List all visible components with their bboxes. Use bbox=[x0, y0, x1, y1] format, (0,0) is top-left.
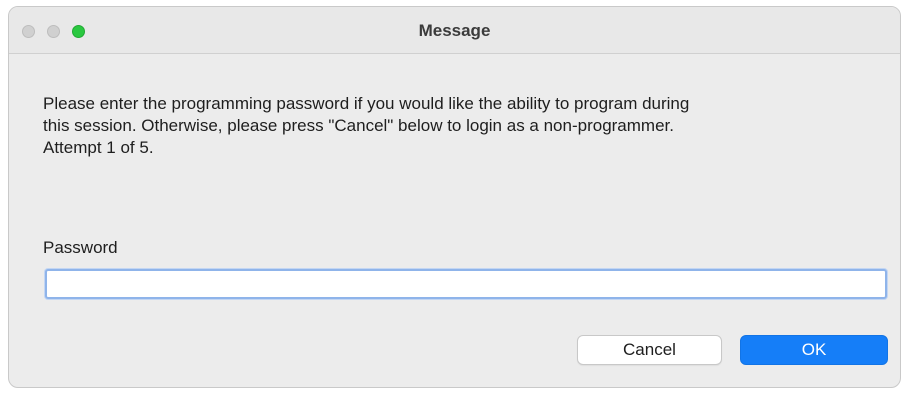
message-line: Please enter the programming password if… bbox=[43, 94, 690, 113]
message-text: Please enter the programming password if… bbox=[43, 93, 893, 159]
message-dialog: Message Please enter the programming pas… bbox=[8, 6, 901, 388]
cancel-button[interactable]: Cancel bbox=[577, 335, 722, 365]
password-input[interactable] bbox=[45, 269, 887, 299]
password-label: Password bbox=[43, 238, 118, 257]
ok-button[interactable]: OK bbox=[740, 335, 888, 365]
message-line: this session. Otherwise, please press "C… bbox=[43, 116, 674, 135]
title-bar: Message bbox=[9, 7, 900, 54]
window-title: Message bbox=[418, 21, 491, 40]
message-line: Attempt 1 of 5. bbox=[43, 138, 154, 157]
